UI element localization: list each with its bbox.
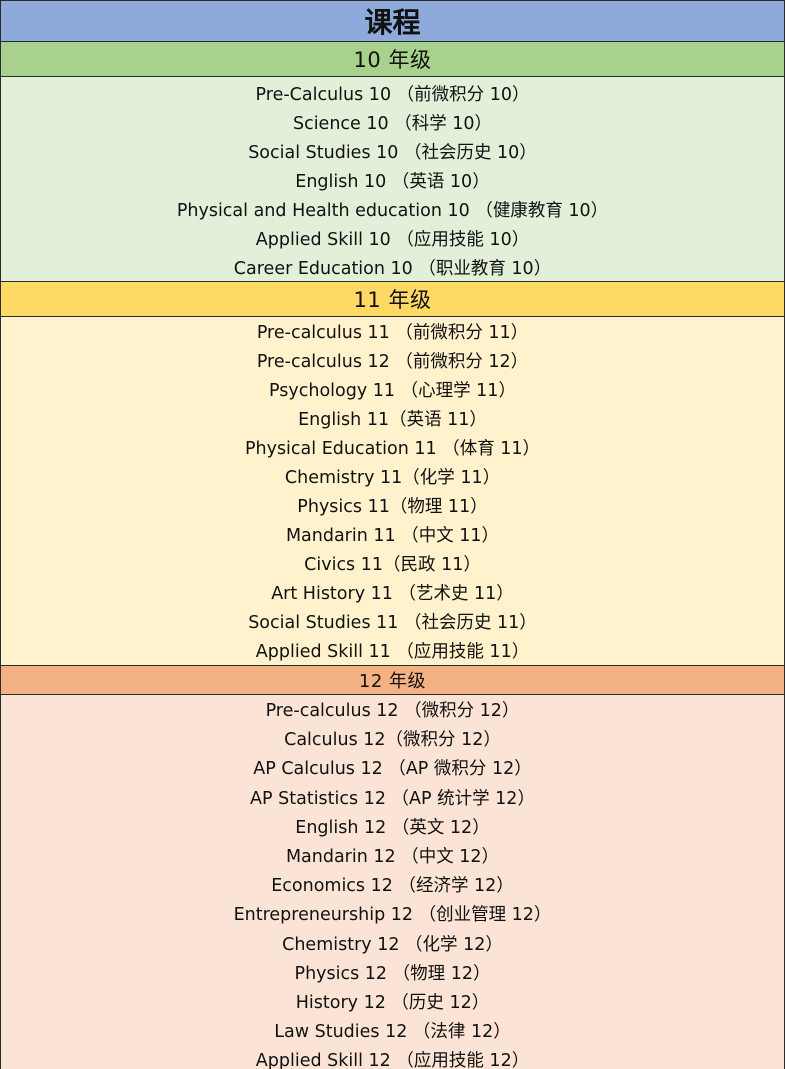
course-item: Pre-Calculus 10 （前微积分 10） xyxy=(255,85,530,105)
grade-11-course-list: Pre-calculus 11 （前微积分 11） Pre-calculus 1… xyxy=(0,317,785,665)
course-item: History 12 （历史 12） xyxy=(295,992,490,1013)
course-item: Pre-calculus 12 （微积分 12） xyxy=(265,701,520,722)
course-item: Entrepreneurship 12 （创业管理 12） xyxy=(233,905,552,926)
course-item: Chemistry 12 （化学 12） xyxy=(282,934,503,955)
course-item: Law Studies 12 （法律 12） xyxy=(274,1022,511,1043)
course-item: English 12 （英文 12） xyxy=(295,817,490,838)
grade-12-course-list: Pre-calculus 12 （微积分 12） Calculus 12（微积分… xyxy=(0,695,785,1069)
course-item: Physics 12 （物理 12） xyxy=(294,963,491,984)
course-item: English 10 （英语 10） xyxy=(295,172,490,192)
course-item: AP Calculus 12 （AP 微积分 12） xyxy=(253,759,532,780)
course-item: Mandarin 11 （中文 11） xyxy=(285,526,500,546)
course-item: Career Education 10 （职业教育 10） xyxy=(233,259,552,279)
course-item: Social Studies 11 （社会历史 11） xyxy=(248,613,537,633)
course-table: 课程 10 年级 Pre-Calculus 10 （前微积分 10） Scien… xyxy=(0,0,785,1069)
course-item: Pre-calculus 11 （前微积分 11） xyxy=(256,323,529,343)
course-item: Psychology 11 （心理学 11） xyxy=(269,381,516,401)
grade-10-course-list: Pre-Calculus 10 （前微积分 10） Science 10 （科学… xyxy=(0,77,785,283)
course-item: Physics 11（物理 11） xyxy=(297,497,488,517)
course-item: Science 10 （科学 10） xyxy=(292,114,493,134)
course-item: Art History 11 （艺术史 11） xyxy=(271,584,514,604)
course-item: Pre-calculus 12 （前微积分 12） xyxy=(256,352,529,372)
course-item: Civics 11（民政 11） xyxy=(304,555,481,575)
course-item: Physical and Health education 10 （健康教育 1… xyxy=(176,201,609,221)
course-item: Applied Skill 10 （应用技能 10） xyxy=(255,230,530,250)
course-item: English 11（英语 11） xyxy=(298,410,487,430)
grade-12-header: 12 年级 xyxy=(0,665,785,695)
course-item: Chemistry 11（化学 11） xyxy=(284,468,501,488)
course-item: Applied Skill 11 （应用技能 11） xyxy=(255,642,530,662)
table-title: 课程 xyxy=(0,0,785,42)
course-item: Applied Skill 12 （应用技能 12） xyxy=(255,1051,530,1069)
course-item: Calculus 12（微积分 12） xyxy=(284,730,501,751)
course-item: Economics 12 （经济学 12） xyxy=(271,876,514,897)
grade-10-header: 10 年级 xyxy=(0,41,785,77)
course-item: Social Studies 10 （社会历史 10） xyxy=(248,143,537,163)
course-item: AP Statistics 12 （AP 统计学 12） xyxy=(250,788,535,809)
course-item: Physical Education 11 （体育 11） xyxy=(244,439,541,459)
course-item: Mandarin 12 （中文 12） xyxy=(285,847,500,868)
grade-11-header: 11 年级 xyxy=(0,281,785,317)
